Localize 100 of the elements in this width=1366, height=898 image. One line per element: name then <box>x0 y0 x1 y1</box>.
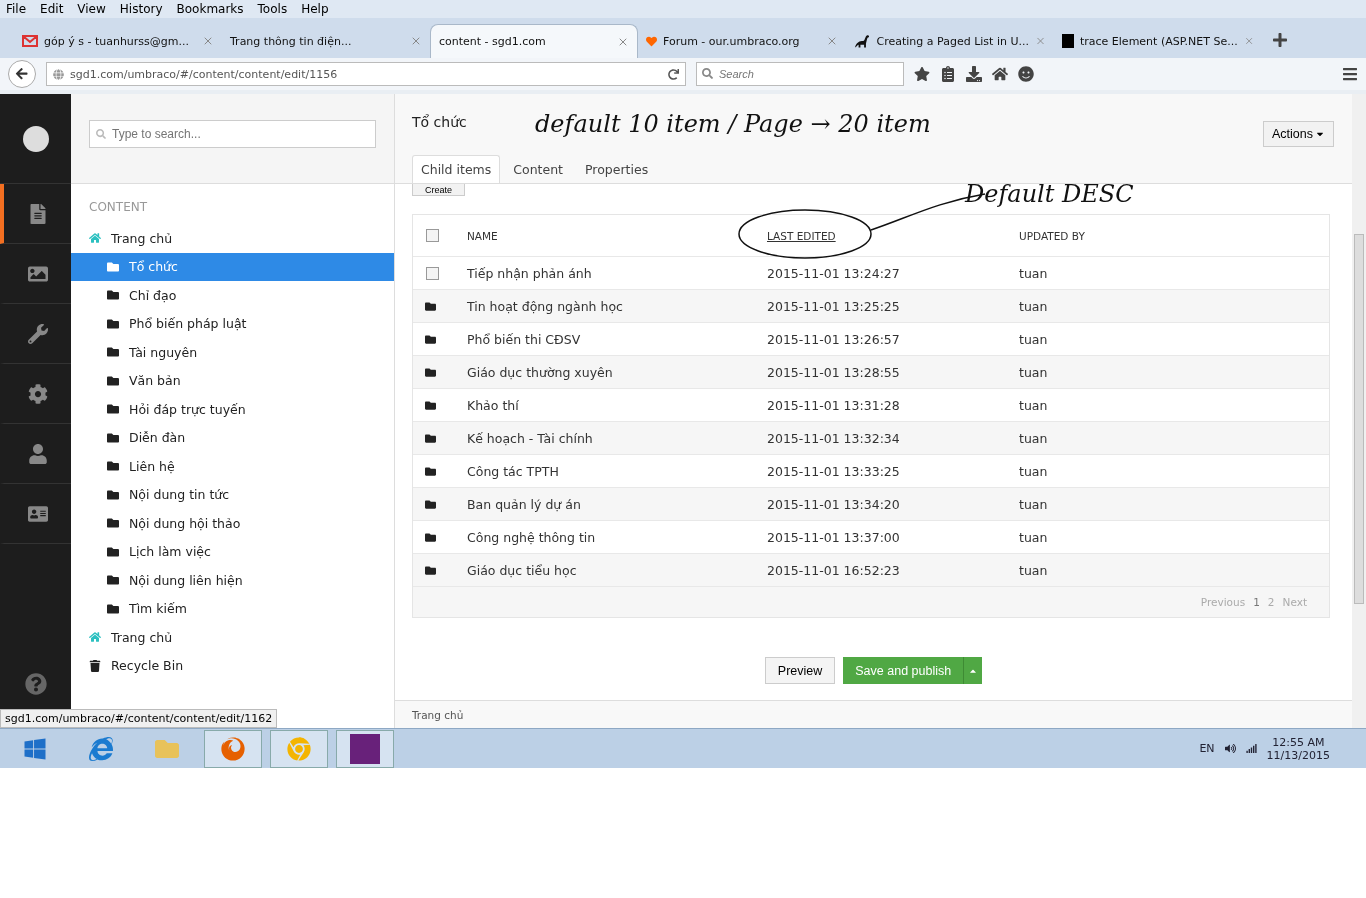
tree-item[interactable]: Trang chủ <box>71 623 394 652</box>
tree-item[interactable]: Nội dung tin tức <box>71 480 394 509</box>
clock[interactable]: 12:55 AM 11/13/2015 <box>1266 735 1330 762</box>
table-row[interactable]: Khảo thí 2015-11-01 13:31:28 tuan <box>413 389 1329 422</box>
tree-item[interactable]: Tài nguyên <box>71 338 394 367</box>
menu-item[interactable]: Help <box>301 2 329 16</box>
tree-item[interactable]: Liên hệ <box>71 452 394 481</box>
breadcrumb[interactable]: Trang chủ <box>395 700 1352 728</box>
tree-item[interactable]: Nội dung liên hiện <box>71 566 394 595</box>
status-tooltip: sgd1.com/umbraco/#/content/content/edit/1162 <box>0 709 278 728</box>
section-heading: CONTENT <box>88 199 149 216</box>
editor-tab[interactable]: Child items <box>412 155 501 183</box>
tree-item-label: Recycle Bin <box>111 658 184 674</box>
select-all-checkbox[interactable] <box>426 229 439 242</box>
taskbar-button[interactable] <box>336 729 394 768</box>
menu-icon[interactable] <box>1342 66 1358 82</box>
back-arrow-icon <box>15 67 29 81</box>
table-cell-text: 2015-11-01 13:33:25 <box>767 463 901 479</box>
address-field[interactable]: sgd1.com/umbraco/#/content/content/edit/1156 <box>46 62 686 86</box>
menu-item[interactable]: Tools <box>257 2 288 16</box>
table-cell-text: Phổ biến thi CĐSV <box>467 331 582 347</box>
menu-item[interactable]: History <box>119 2 163 16</box>
back-button[interactable] <box>8 60 36 88</box>
table-row[interactable]: Công tác TPTH 2015-11-01 13:33:25 tuan <box>413 455 1329 488</box>
actions-button[interactable]: Actions <box>1263 121 1334 147</box>
tree-item[interactable]: Phổ biến pháp luật <box>71 309 394 338</box>
publish-options-button[interactable] <box>963 657 983 684</box>
table-cell-text: tuan <box>1019 265 1049 281</box>
tree-item-label: Trang chủ <box>111 230 173 246</box>
tree-item[interactable]: Tìm kiếm <box>71 594 394 623</box>
folder-icon <box>107 317 119 330</box>
search-field[interactable]: Search <box>696 62 904 86</box>
table-cell-text: Công tác TPTH <box>467 463 560 479</box>
smile-icon[interactable] <box>1018 66 1034 82</box>
browser-tab[interactable]: Creating a Paged List in U... <box>846 24 1054 58</box>
signal-icon[interactable] <box>1245 743 1257 754</box>
folder-icon <box>107 602 119 615</box>
close-icon[interactable] <box>826 35 838 47</box>
column-header[interactable]: NAME <box>467 230 498 242</box>
table-cell-text: tuan <box>1019 562 1049 578</box>
menu-item[interactable]: Edit <box>40 2 64 16</box>
volume-icon[interactable] <box>1224 743 1236 754</box>
search-field[interactable]: Type to search... <box>89 120 376 148</box>
folder-icon <box>107 574 119 587</box>
browser-tab[interactable]: Forum - our.umbraco.org <box>638 24 846 58</box>
tree-item[interactable]: Diễn đàn <box>71 423 394 452</box>
clipboard-icon[interactable] <box>940 66 956 82</box>
folder-icon <box>425 399 436 411</box>
star-icon[interactable] <box>914 66 930 82</box>
tree-item[interactable]: Văn bản <box>71 366 394 395</box>
close-icon[interactable] <box>202 35 214 47</box>
editor-tab[interactable]: Content <box>504 155 572 183</box>
preview-button[interactable]: Preview <box>764 657 836 684</box>
browser-tab[interactable]: Trang thông tin điện... <box>222 24 430 58</box>
column-header[interactable]: UPDATED BY <box>1019 230 1085 242</box>
tree-item[interactable]: Recycle Bin <box>71 651 394 680</box>
tree-item[interactable]: Trang chủ <box>71 224 394 253</box>
tree-item[interactable]: Lịch làm việc <box>71 537 394 566</box>
avatar[interactable] <box>22 125 49 152</box>
browser-tab[interactable]: trace Element (ASP.NET Se... <box>1054 24 1262 58</box>
table-cell-text: tuan <box>1019 529 1049 545</box>
close-icon[interactable] <box>410 35 422 47</box>
language-indicator[interactable]: EN <box>1199 742 1215 755</box>
home-icon[interactable] <box>992 66 1008 82</box>
firefox-icon <box>221 736 245 761</box>
new-tab-icon[interactable] <box>1272 32 1288 48</box>
help-icon[interactable] <box>24 673 47 695</box>
reload-icon[interactable] <box>668 68 679 80</box>
editor-tab[interactable]: Properties <box>576 155 658 183</box>
tree-item-label: Lịch làm việc <box>129 544 211 560</box>
menu-item[interactable]: Bookmarks <box>176 2 244 16</box>
pagination-link[interactable]: 1 <box>1253 596 1260 608</box>
mail-icon <box>22 35 38 47</box>
browser-tab[interactable]: góp ý s - tuanhurss@gm... <box>14 24 222 58</box>
menu-item[interactable]: View <box>77 2 106 16</box>
tree-item-label: Tài nguyên <box>129 344 198 360</box>
table-row[interactable]: Phổ biến thi CĐSV 2015-11-01 13:26:57 tuan <box>413 323 1329 356</box>
table-cell-text: 2015-11-01 13:24:27 <box>767 265 901 281</box>
tree-item-label: Tìm kiếm <box>129 601 187 617</box>
folder-icon <box>425 498 436 510</box>
browser-tab[interactable]: content - sgd1.com <box>430 24 638 58</box>
folder-icon <box>425 366 436 378</box>
home-icon <box>89 232 101 245</box>
create-button[interactable]: Create <box>412 184 465 196</box>
table-cell-text: 2015-11-01 13:37:00 <box>767 529 901 545</box>
tree-item[interactable]: Tổ chức <box>71 252 394 281</box>
table-row[interactable]: Công nghệ thông tin 2015-11-01 13:37:00 tuan <box>413 521 1329 554</box>
download-icon[interactable] <box>966 66 982 82</box>
tree-item[interactable]: Hỏi đáp trực tuyến <box>71 395 394 424</box>
row-checkbox[interactable] <box>426 266 439 280</box>
folder-icon <box>107 260 119 273</box>
tree-item[interactable]: Chỉ đạo <box>71 281 394 310</box>
users-icon <box>27 443 48 464</box>
folder-icon <box>107 374 119 387</box>
scrollbar-thumb[interactable] <box>1354 234 1364 604</box>
table-row[interactable]: Tiếp nhận phản ánh 2015-11-01 13:24:27 tuan <box>413 257 1329 290</box>
handwritten-note: Default DESC <box>965 180 1134 208</box>
column-header[interactable]: LAST EDITED <box>767 230 836 242</box>
menu-item[interactable]: File <box>6 2 27 16</box>
tree-item[interactable]: Nội dung hội thảo <box>71 509 394 538</box>
